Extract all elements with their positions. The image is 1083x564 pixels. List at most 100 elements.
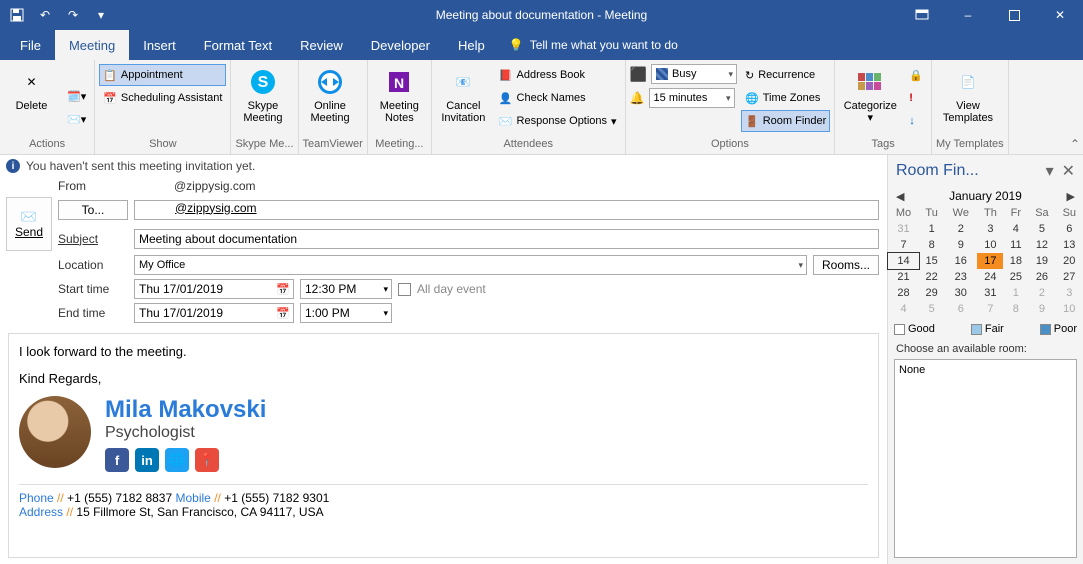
send-button[interactable]: ✉️ Send	[6, 197, 52, 251]
cal-day[interactable]: 29	[919, 285, 944, 301]
calendar-forward-icon[interactable]: 🗓️▾	[63, 85, 90, 107]
end-date-field[interactable]: Thu 17/01/2019📅	[134, 303, 294, 323]
skype-meeting-button[interactable]: S Skype Meeting	[235, 64, 290, 136]
to-field[interactable]: @zippysig.com	[134, 200, 879, 220]
close-button[interactable]: ✕	[1037, 0, 1083, 30]
time-zones-button[interactable]: 🌐Time Zones	[741, 87, 830, 109]
categorize-button[interactable]: Categorize▾	[839, 64, 901, 136]
address-book-button[interactable]: 📕Address Book	[495, 64, 621, 86]
online-meeting-button[interactable]: Online Meeting	[303, 64, 358, 136]
pane-dropdown-icon[interactable]: ▾	[1046, 161, 1054, 181]
web-icon[interactable]: 🌐	[165, 448, 189, 472]
cal-day[interactable]: 1	[1003, 285, 1028, 301]
cal-day[interactable]: 2	[944, 221, 977, 237]
cal-day[interactable]: 18	[1003, 253, 1028, 269]
reminder-combo[interactable]: 15 minutes	[649, 88, 735, 108]
cal-day[interactable]: 22	[919, 269, 944, 285]
room-finder-button[interactable]: 🚪Room Finder	[741, 110, 830, 132]
high-importance-icon[interactable]: !	[905, 87, 927, 109]
cal-day[interactable]: 31	[977, 285, 1003, 301]
start-date-field[interactable]: Thu 17/01/2019📅	[134, 279, 294, 299]
cal-day[interactable]: 6	[1056, 221, 1083, 237]
cal-day[interactable]: 9	[1028, 301, 1055, 317]
cal-day[interactable]: 15	[919, 253, 944, 269]
delete-button[interactable]: ✕ Delete	[4, 64, 59, 136]
prev-month-icon[interactable]: ◀	[896, 190, 904, 203]
cal-day[interactable]: 23	[944, 269, 977, 285]
qat-undo-icon[interactable]: ↶	[32, 2, 58, 28]
cal-day[interactable]: 12	[1028, 237, 1055, 253]
message-body[interactable]: I look forward to the meeting. Kind Rega…	[8, 333, 879, 558]
next-month-icon[interactable]: ▶	[1067, 190, 1075, 203]
view-templates-button[interactable]: 📄 View Templates	[936, 64, 1000, 136]
tab-review[interactable]: Review	[286, 30, 357, 60]
cal-day[interactable]: 3	[1056, 285, 1083, 301]
all-day-checkbox[interactable]	[398, 283, 411, 296]
maximize-button[interactable]	[991, 0, 1037, 30]
cal-day[interactable]: 16	[944, 253, 977, 269]
cal-day[interactable]: 7	[888, 237, 919, 253]
qat-save-icon[interactable]	[4, 2, 30, 28]
appointment-button[interactable]: 📋Appointment	[99, 64, 226, 86]
show-as-combo[interactable]: Busy	[651, 64, 737, 84]
qat-customize-icon[interactable]: ▾	[88, 2, 114, 28]
cal-day[interactable]: 4	[1003, 221, 1028, 237]
cal-day[interactable]: 3	[977, 221, 1003, 237]
cal-day[interactable]: 26	[1028, 269, 1055, 285]
cal-day[interactable]: 28	[888, 285, 919, 301]
tab-meeting[interactable]: Meeting	[55, 30, 129, 60]
cal-day[interactable]: 9	[944, 237, 977, 253]
start-time-field[interactable]: 12:30 PM	[300, 279, 392, 299]
cal-day[interactable]: 8	[1003, 301, 1028, 317]
tab-developer[interactable]: Developer	[357, 30, 444, 60]
move-to-folder-icon[interactable]: ✉️▾	[63, 108, 90, 130]
linkedin-icon[interactable]: in	[135, 448, 159, 472]
calendar-icon[interactable]: 📅	[276, 283, 290, 296]
tab-file[interactable]: File	[6, 30, 55, 60]
map-pin-icon[interactable]: 📍	[195, 448, 219, 472]
qat-redo-icon[interactable]: ↷	[60, 2, 86, 28]
cal-day[interactable]: 30	[944, 285, 977, 301]
cal-day[interactable]: 25	[1003, 269, 1028, 285]
pane-close-icon[interactable]: ✕	[1062, 161, 1075, 181]
scheduling-assistant-button[interactable]: 📅Scheduling Assistant	[99, 87, 226, 109]
low-importance-icon[interactable]: ↓	[905, 110, 927, 132]
cal-day[interactable]: 17	[977, 253, 1003, 269]
cal-day[interactable]: 5	[1028, 221, 1055, 237]
ribbon-display-icon[interactable]	[899, 0, 945, 30]
cal-day[interactable]: 7	[977, 301, 1003, 317]
rooms-button[interactable]: Rooms...	[813, 255, 879, 275]
cal-day[interactable]: 31	[888, 221, 919, 237]
cal-day[interactable]: 13	[1056, 237, 1083, 253]
cal-day[interactable]: 5	[919, 301, 944, 317]
tab-help[interactable]: Help	[444, 30, 499, 60]
recurrence-button[interactable]: ↻Recurrence	[741, 64, 830, 86]
cal-day[interactable]: 10	[977, 237, 1003, 253]
cal-day[interactable]: 10	[1056, 301, 1083, 317]
cal-day[interactable]: 11	[1003, 237, 1028, 253]
cal-day[interactable]: 4	[888, 301, 919, 317]
to-button[interactable]: To...	[58, 200, 128, 220]
check-names-button[interactable]: 👤Check Names	[495, 87, 621, 109]
meeting-notes-button[interactable]: N Meeting Notes	[372, 64, 427, 136]
cal-day[interactable]: 21	[888, 269, 919, 285]
facebook-icon[interactable]: f	[105, 448, 129, 472]
cal-day[interactable]: 24	[977, 269, 1003, 285]
available-rooms-list[interactable]: None	[894, 359, 1077, 558]
cal-day[interactable]: 20	[1056, 253, 1083, 269]
tab-format-text[interactable]: Format Text	[190, 30, 286, 60]
cancel-invitation-button[interactable]: 📧 Cancel Invitation	[436, 64, 491, 136]
response-options-button[interactable]: ✉️Response Options ▾	[495, 110, 621, 132]
end-time-field[interactable]: 1:00 PM	[300, 303, 392, 323]
tell-me-search[interactable]: 💡 Tell me what you want to do	[509, 38, 678, 52]
collapse-ribbon-icon[interactable]: ⌃	[1070, 137, 1080, 151]
private-icon[interactable]: 🔒	[905, 64, 927, 86]
cal-day[interactable]: 1	[919, 221, 944, 237]
cal-day[interactable]: 6	[944, 301, 977, 317]
minimize-button[interactable]: –	[945, 0, 991, 30]
calendar-icon[interactable]: 📅	[276, 307, 290, 320]
cal-day[interactable]: 19	[1028, 253, 1055, 269]
subject-field[interactable]	[134, 229, 879, 249]
tab-insert[interactable]: Insert	[129, 30, 190, 60]
cal-day[interactable]: 8	[919, 237, 944, 253]
